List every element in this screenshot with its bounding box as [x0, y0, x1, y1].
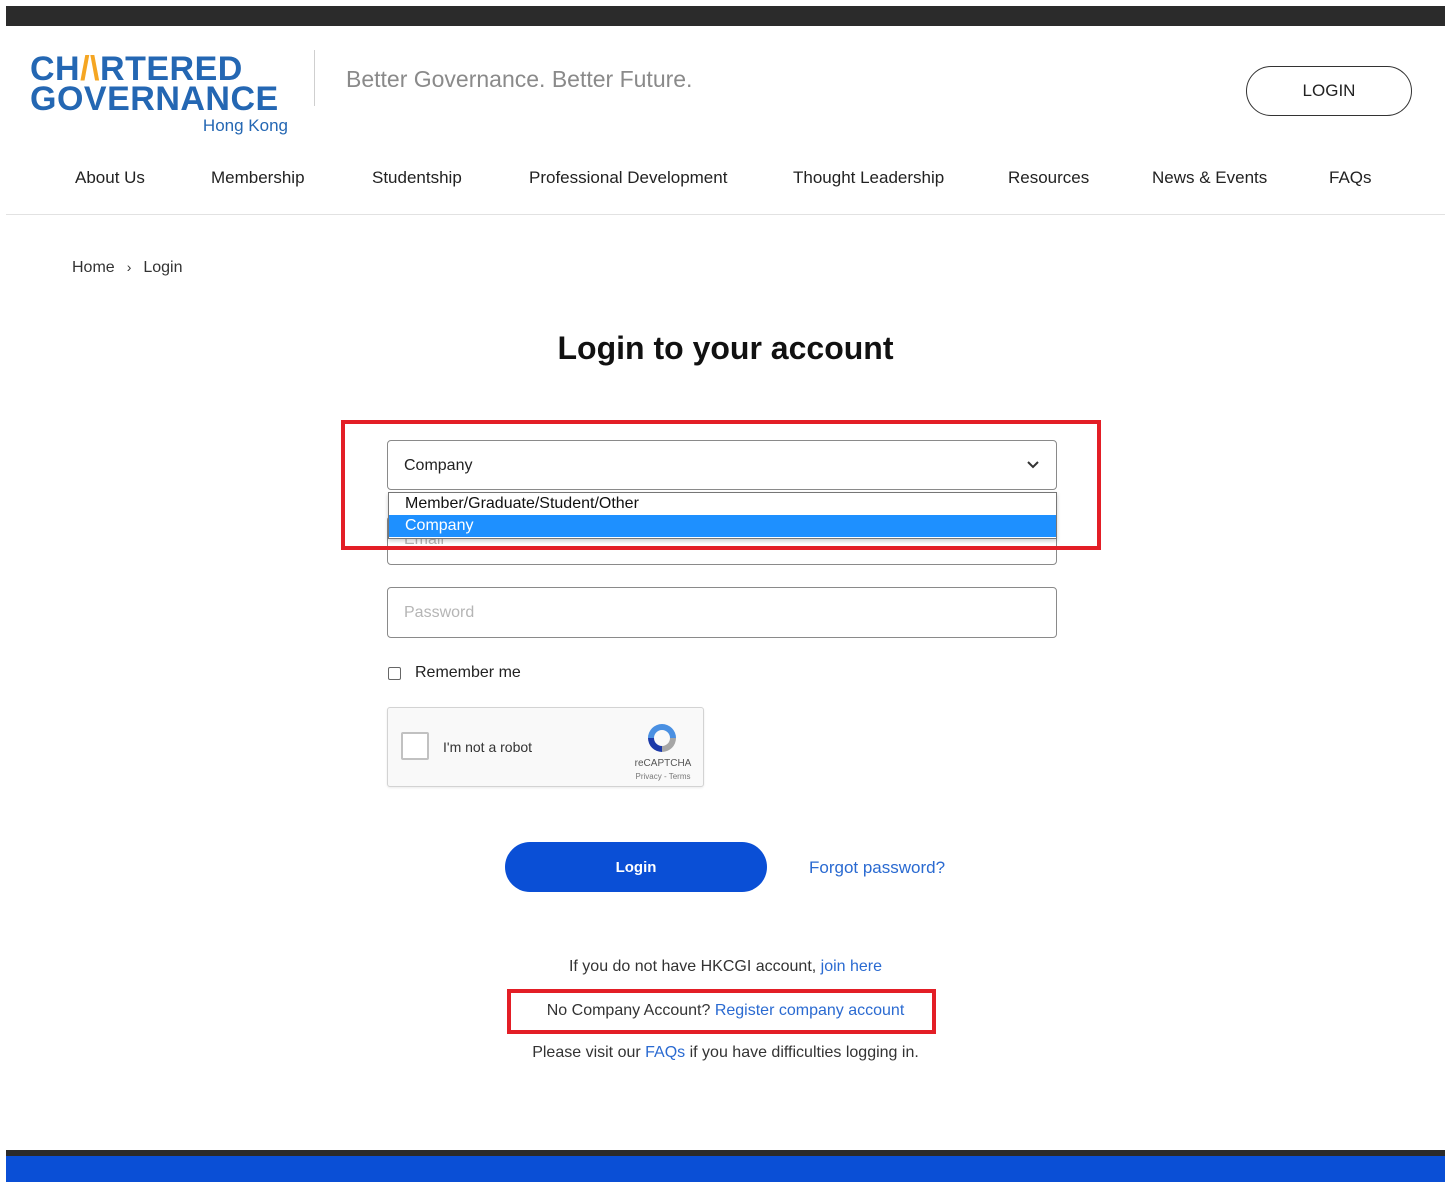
remember-me[interactable]: Remember me: [388, 664, 521, 682]
breadcrumb-current: Login: [143, 259, 183, 276]
breadcrumb-separator-icon: ›: [126, 259, 132, 275]
site-logo[interactable]: CH/\RTERED GOVERNANCE Hong Kong: [30, 52, 290, 138]
logo-line-2: GOVERNANCE: [30, 82, 290, 116]
annotation-highlight-account-type: [341, 420, 1101, 550]
faq-info: Please visit our FAQs if you have diffic…: [0, 1044, 1451, 1062]
password-field[interactable]: [387, 587, 1057, 638]
page-title: Login to your account: [557, 330, 894, 366]
nav-item-news-events[interactable]: News & Events: [1152, 168, 1267, 188]
recaptcha-label: I'm not a robot: [443, 739, 533, 755]
nav-item-resources[interactable]: Resources: [1008, 168, 1089, 188]
faq-info-prefix: Please visit our: [532, 1044, 646, 1061]
browser-top-bar: [6, 6, 1445, 26]
breadcrumb: Home › Login: [72, 259, 183, 277]
recaptcha-logo-icon: [648, 724, 676, 752]
main-nav: About Us Membership Studentship Professi…: [6, 164, 1445, 194]
header-divider: [314, 50, 315, 106]
nav-item-membership[interactable]: Membership: [211, 168, 305, 188]
join-here-link[interactable]: join here: [821, 958, 882, 975]
recaptcha-widget: I'm not a robot reCAPTCHA Privacy - Term…: [387, 707, 704, 787]
remember-me-checkbox[interactable]: [388, 666, 401, 680]
site-header: CH/\RTERED GOVERNANCE Hong Kong Better G…: [6, 26, 1445, 215]
join-info: If you do not have HKCGI account, join h…: [0, 958, 1451, 976]
recaptcha-brand: reCAPTCHA: [634, 758, 692, 769]
recaptcha-checkbox[interactable]: [401, 732, 429, 760]
join-info-text: If you do not have HKCGI account,: [568, 958, 821, 975]
remember-me-label: Remember me: [415, 664, 521, 681]
login-button[interactable]: Login: [505, 842, 767, 892]
nav-item-thought-leadership[interactable]: Thought Leadership: [793, 168, 944, 188]
nav-item-about-us[interactable]: About Us: [75, 168, 145, 188]
breadcrumb-home[interactable]: Home: [72, 259, 115, 276]
faq-link[interactable]: FAQs: [645, 1044, 685, 1061]
recaptcha-terms-link[interactable]: Privacy - Terms: [628, 772, 698, 781]
logo-subtitle: Hong Kong: [202, 116, 288, 135]
nav-item-faqs[interactable]: FAQs: [1329, 168, 1372, 188]
logo-text-ernance: ERNANCE: [107, 80, 279, 118]
faq-info-suffix: if you have difficulties logging in.: [685, 1044, 919, 1061]
logo-v-icon: V: [83, 80, 108, 118]
nav-item-studentship[interactable]: Studentship: [372, 168, 462, 188]
forgot-password-link[interactable]: Forgot password?: [809, 858, 945, 878]
annotation-highlight-register-company: [507, 989, 936, 1034]
nav-item-professional-development[interactable]: Professional Development: [529, 168, 727, 188]
site-tagline: Better Governance. Better Future.: [346, 66, 693, 92]
logo-text-go: GO: [30, 80, 84, 118]
site-footer: [6, 1156, 1445, 1182]
header-login-button[interactable]: LOGIN: [1246, 66, 1412, 116]
